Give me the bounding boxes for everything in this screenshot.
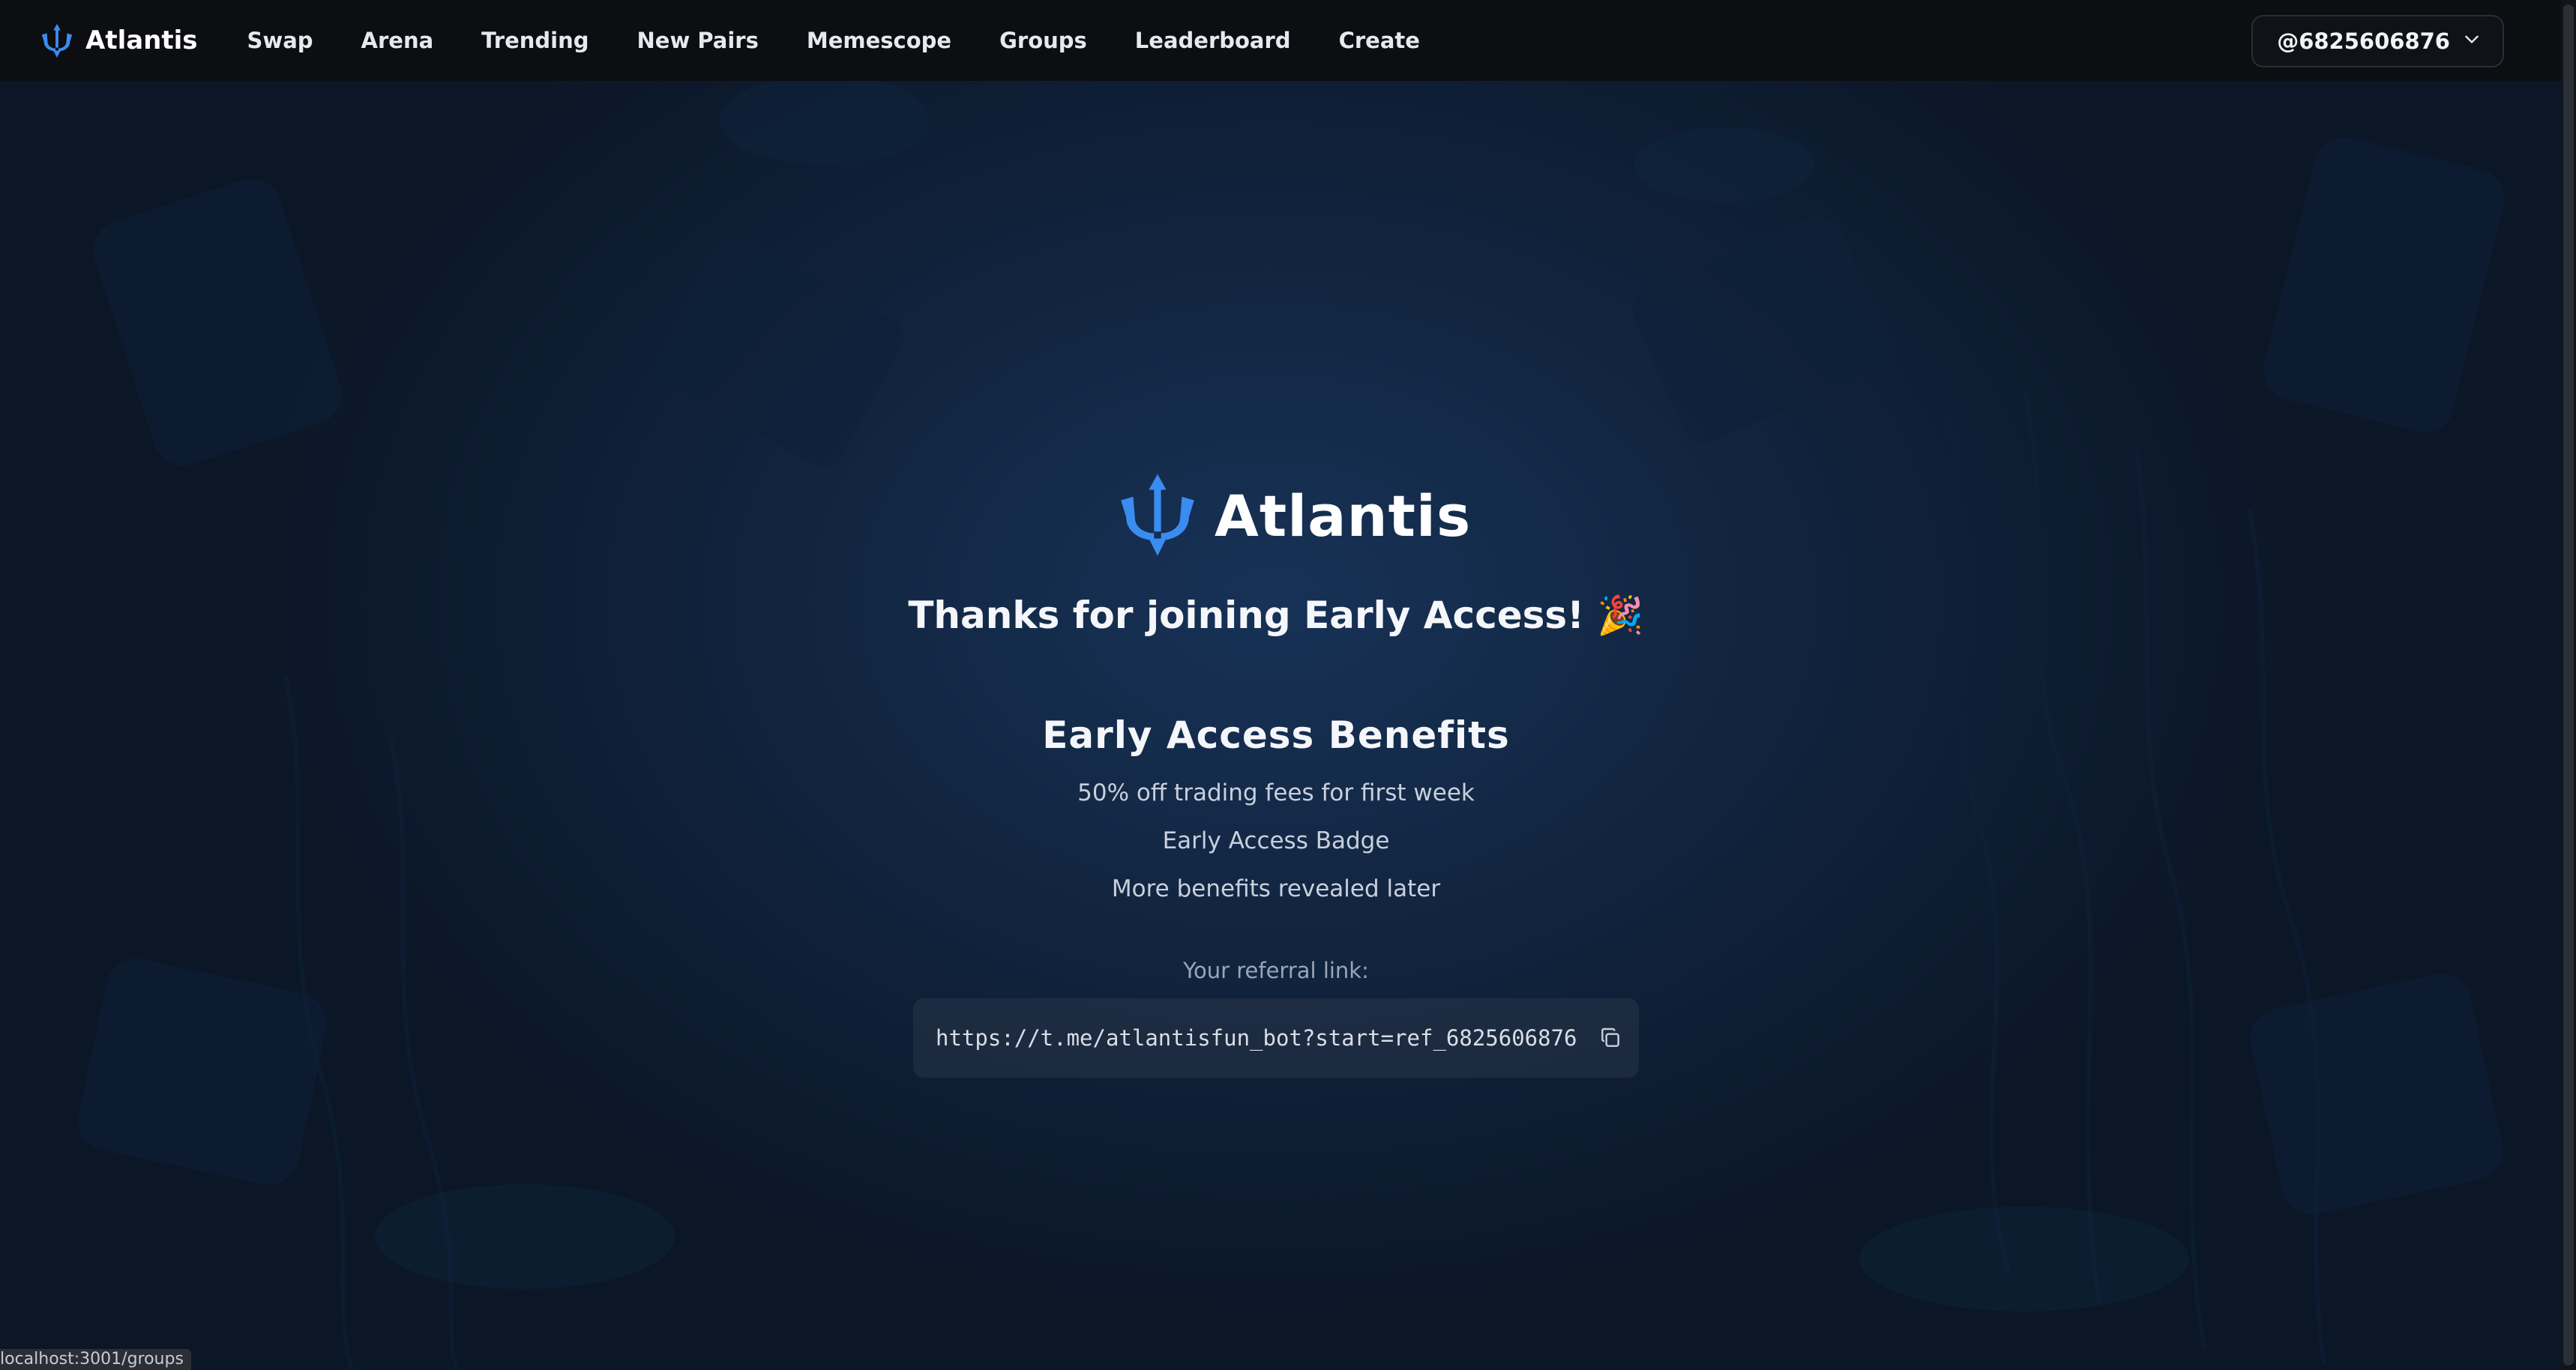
- thanks-heading: Thanks for joining Early Access! 🎉: [908, 594, 1644, 637]
- early-access-panel: Atlantis Thanks for joining Early Access…: [0, 0, 2552, 1370]
- benefit-item: Early Access Badge: [1162, 827, 1390, 854]
- copy-icon[interactable]: [1598, 1025, 1622, 1051]
- referral-label: Your referral link:: [1183, 958, 1369, 983]
- benefit-item: 50% off trading fees for first week: [1077, 779, 1475, 806]
- hero-logo: Atlantis: [1114, 471, 1471, 561]
- hero-title: Atlantis: [1215, 482, 1472, 549]
- referral-link-box: https://t.me/atlantisfun_bot?start=ref_6…: [913, 998, 1639, 1078]
- referral-link[interactable]: https://t.me/atlantisfun_bot?start=ref_6…: [936, 1025, 1577, 1051]
- scrollbar[interactable]: [2561, 0, 2576, 1370]
- benefits-title: Early Access Benefits: [1042, 713, 1510, 757]
- benefit-item: More benefits revealed later: [1111, 875, 1441, 902]
- app-window: Atlantis Swap Arena Trending New Pairs M…: [0, 0, 2576, 1370]
- trident-icon: [1114, 471, 1201, 561]
- scrollbar-thumb[interactable]: [2563, 4, 2574, 1366]
- status-bar-url: localhost:3001/groups: [0, 1349, 191, 1370]
